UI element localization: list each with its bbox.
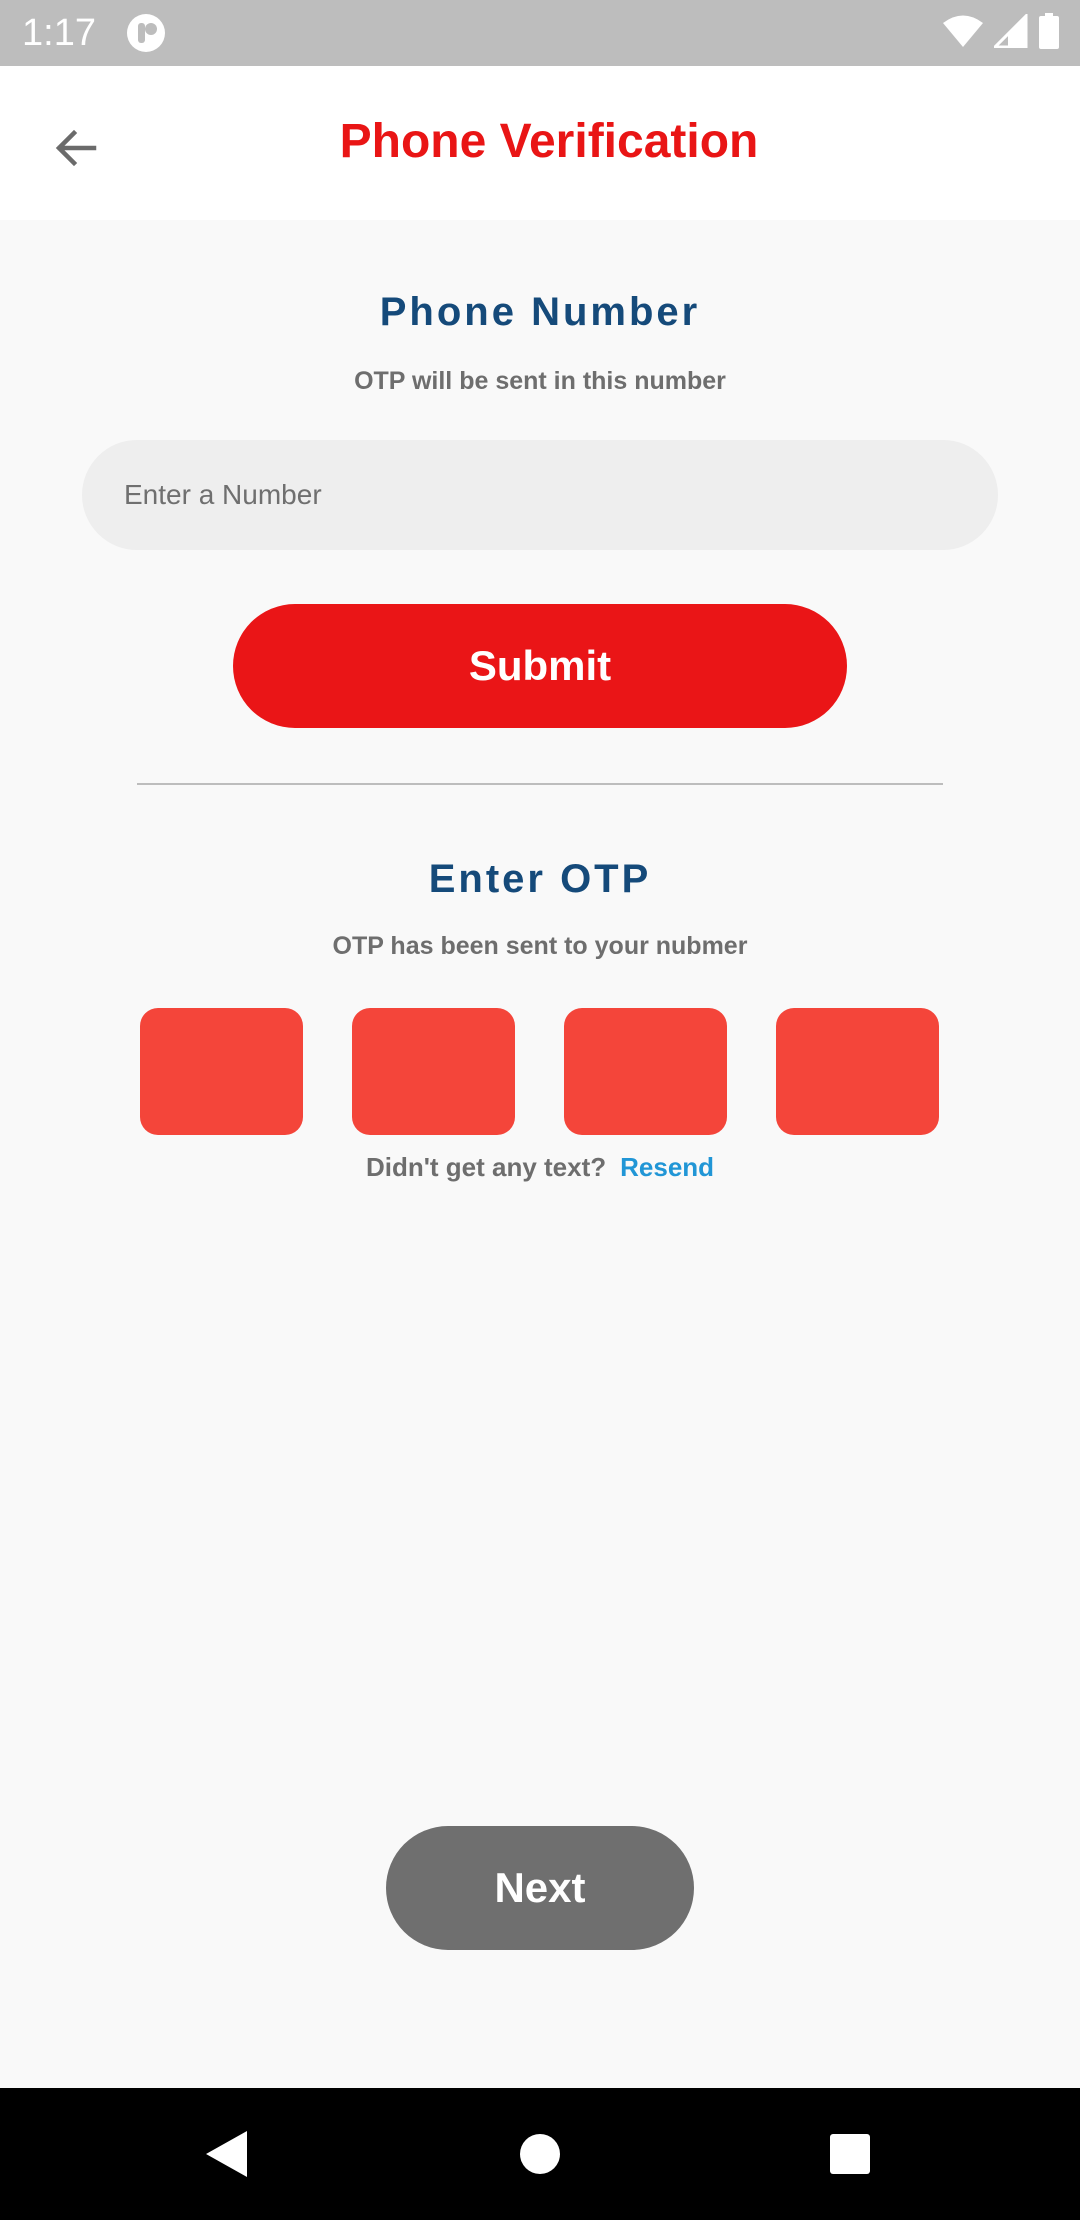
resend-row: Didn't get any text? Resend: [0, 1150, 1080, 1184]
otp-digit-3[interactable]: [564, 1008, 727, 1135]
otp-subtitle: OTP has been sent to your nubmer: [332, 932, 748, 960]
nav-recents-button[interactable]: [810, 2114, 890, 2194]
otp-digit-2[interactable]: [352, 1008, 515, 1135]
submit-button[interactable]: Submit: [233, 604, 847, 728]
signal-icon: [991, 11, 1028, 53]
app-bar: Phone Verification: [0, 66, 1080, 220]
otp-digit-1[interactable]: [140, 1008, 303, 1135]
back-triangle-icon: [206, 2131, 247, 2177]
home-circle-icon: [520, 2134, 560, 2174]
next-button[interactable]: Next: [386, 1826, 694, 1950]
resend-question: Didn't get any text?: [365, 1152, 607, 1182]
system-navigation-bar: [0, 2088, 1080, 2220]
status-bar: 1:17: [0, 0, 1080, 66]
otp-heading: Enter OTP: [428, 857, 652, 901]
phone-number-heading: Phone Number: [379, 290, 701, 334]
app-notification-icon: [126, 13, 166, 53]
page-title: Phone Verification: [339, 115, 759, 168]
status-icons: [942, 11, 1060, 54]
nav-home-button[interactable]: [500, 2114, 580, 2194]
section-divider: [137, 783, 943, 785]
otp-input-row: [140, 1008, 940, 1136]
otp-digit-4[interactable]: [776, 1008, 939, 1135]
recents-square-icon: [830, 2134, 870, 2174]
wifi-icon: [942, 14, 984, 53]
battery-icon: [1038, 12, 1060, 54]
resend-link[interactable]: Resend: [620, 1152, 714, 1182]
phone-number-subtitle: OTP will be sent in this number: [354, 367, 726, 395]
status-time: 1:17: [22, 12, 96, 54]
phone-number-input[interactable]: [82, 440, 998, 550]
phone-verification-screen: 1:17 Phone Verification Phone Number OTP…: [0, 0, 1080, 2220]
nav-back-button[interactable]: [186, 2114, 266, 2194]
